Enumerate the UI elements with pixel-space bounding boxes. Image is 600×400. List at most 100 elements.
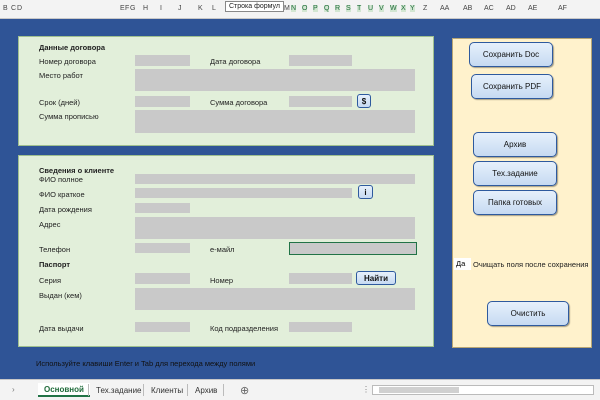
issued-by-field[interactable] [135, 288, 415, 310]
column-header[interactable]: AA [440, 5, 449, 12]
column-header-bar: B C D E F G H I J K L M N O P Q R S T U … [0, 0, 600, 19]
column-header[interactable]: T [357, 5, 362, 12]
tab-divider [187, 384, 188, 396]
column-header[interactable]: AD [506, 5, 516, 12]
passport-number-label: Номер [210, 276, 234, 285]
column-header[interactable]: J [178, 5, 182, 12]
column-header[interactable]: G [130, 5, 135, 12]
worksheet: Данные договора Номер договора Дата дого… [0, 19, 600, 379]
passport-series-label: Серия [39, 276, 62, 285]
clear-after-save-label: Очищать поля после сохранения [473, 260, 589, 269]
clear-after-save-toggle[interactable]: Да [454, 258, 471, 270]
dollar-icon: $ [361, 96, 367, 106]
column-header[interactable]: AC [484, 5, 494, 12]
term-field[interactable] [135, 96, 190, 107]
column-header[interactable]: U [368, 5, 374, 12]
column-header[interactable]: S [346, 5, 351, 12]
column-header[interactable]: I [160, 5, 162, 12]
birthdate-field[interactable] [135, 203, 190, 213]
column-header[interactable]: Y [410, 5, 415, 12]
column-header[interactable]: K [198, 5, 203, 12]
contract-date-field[interactable] [289, 55, 352, 66]
sheet-tab-bar: › Основной Тех.задание Клиенты Архив ⊕ ⋮ [0, 379, 600, 400]
column-header[interactable]: X [401, 5, 406, 12]
add-sheet-icon[interactable]: ⊕ [240, 383, 249, 397]
term-label: Срок (дней) [39, 98, 80, 107]
contract-sum-field[interactable] [289, 96, 352, 107]
address-label: Адрес [39, 220, 61, 229]
tab-main[interactable]: Основной [38, 383, 90, 397]
column-header[interactable]: L [212, 5, 216, 12]
fullname-label: ФИО полное [39, 175, 83, 184]
email-label: е-майл [210, 245, 235, 254]
clear-button[interactable]: Очистить [487, 301, 569, 326]
workplace-label: Место работ [39, 71, 83, 80]
issue-date-field[interactable] [135, 322, 190, 332]
phone-label: Телефон [39, 245, 71, 254]
tab-archive[interactable]: Архив [195, 383, 217, 397]
column-header[interactable]: AE [528, 5, 537, 12]
fullname-field[interactable] [135, 174, 415, 184]
column-header[interactable]: D [17, 5, 22, 12]
find-button[interactable]: Найти [356, 271, 396, 285]
currency-button[interactable]: $ [357, 94, 371, 108]
division-code-label: Код подразделения [210, 324, 279, 333]
tab-divider [88, 384, 89, 396]
shortname-field[interactable] [135, 188, 352, 198]
column-header[interactable]: P [313, 5, 318, 12]
contract-number-field[interactable] [135, 55, 190, 66]
archive-button[interactable]: Архив [473, 132, 557, 157]
passport-number-field[interactable] [289, 273, 352, 284]
scrollbar-thumb[interactable] [379, 387, 459, 393]
passport-series-field[interactable] [135, 273, 190, 284]
actions-panel: Сохранить Doc Сохранить PDF Архив Тех.за… [452, 38, 592, 348]
column-header[interactable]: Q [324, 5, 330, 12]
column-header[interactable]: Z [423, 5, 427, 12]
info-button[interactable]: i [358, 185, 373, 199]
keyboard-hint: Используйте клавиши Enter и Tab для пере… [36, 359, 256, 368]
birthdate-label: Дата рождения [39, 205, 92, 214]
issued-by-label: Выдан (кем) [39, 291, 82, 300]
address-field[interactable] [135, 217, 415, 239]
tech-task-button[interactable]: Тех.задание [473, 161, 557, 186]
contract-date-label: Дата договора [210, 57, 261, 66]
column-header[interactable]: O [302, 5, 308, 12]
phone-field[interactable] [135, 243, 190, 253]
column-header[interactable]: F [125, 5, 129, 12]
sum-words-label: Сумма прописью [39, 112, 99, 121]
sum-words-field[interactable] [135, 110, 415, 133]
contract-number-label: Номер договора [39, 57, 96, 66]
column-header[interactable]: R [335, 5, 341, 12]
column-header[interactable]: AB [463, 5, 472, 12]
column-header[interactable]: E [120, 5, 125, 12]
issue-date-label: Дата выдачи [39, 324, 84, 333]
passport-title: Паспорт [39, 260, 70, 269]
tab-divider [223, 384, 224, 396]
more-tabs-icon[interactable]: ⋮ [362, 385, 370, 394]
column-header[interactable]: H [143, 5, 148, 12]
tab-clients[interactable]: Клиенты [151, 383, 183, 397]
column-header[interactable]: N [291, 5, 297, 12]
column-header[interactable]: V [379, 5, 384, 12]
column-header[interactable]: C [11, 5, 16, 12]
tab-tech-task[interactable]: Тех.задание [96, 383, 142, 397]
contract-sum-label: Сумма договора [210, 98, 268, 107]
client-panel: Сведения о клиенте ФИО полное ФИО кратко… [18, 155, 434, 347]
division-code-field[interactable] [289, 322, 352, 332]
contract-section-title: Данные договора [39, 43, 106, 52]
save-doc-button[interactable]: Сохранить Doc [469, 42, 553, 67]
save-pdf-button[interactable]: Сохранить PDF [471, 74, 553, 99]
column-header[interactable]: W [390, 5, 397, 12]
workplace-field[interactable] [135, 69, 415, 91]
column-header[interactable]: AF [558, 5, 567, 12]
shortname-label: ФИО краткое [39, 190, 85, 199]
info-icon: i [364, 187, 367, 197]
email-field[interactable] [289, 242, 417, 255]
formula-bar-tooltip: Строка формул [225, 1, 284, 12]
ready-folder-button[interactable]: Папка готовых [473, 190, 557, 215]
scroll-tabs-icon[interactable]: › [12, 385, 15, 394]
horizontal-scrollbar[interactable] [372, 385, 594, 395]
column-header[interactable]: B [3, 5, 8, 12]
client-section-title: Сведения о клиенте [39, 166, 115, 175]
column-header[interactable]: M [284, 5, 290, 12]
